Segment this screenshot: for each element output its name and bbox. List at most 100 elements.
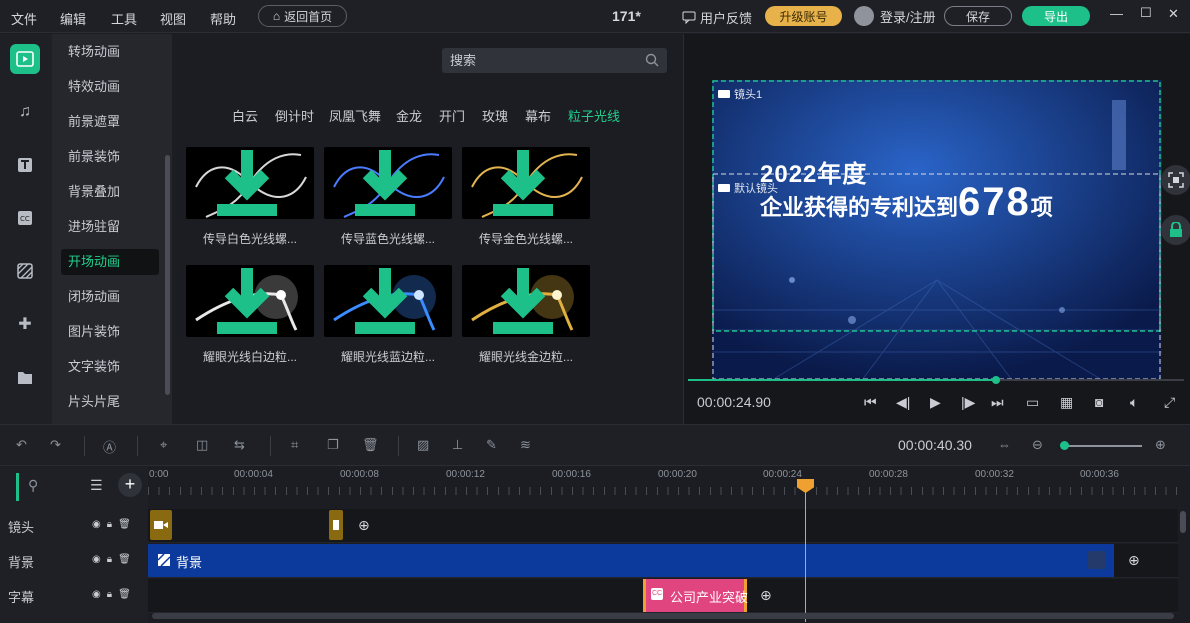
background-clip[interactable]: 背景 <box>148 544 1114 577</box>
camera-keyframe-clip[interactable] <box>150 510 172 540</box>
copy-icon[interactable]: ❐ <box>327 437 345 455</box>
download-icon[interactable] <box>462 147 587 216</box>
menu-tools[interactable]: 工具 <box>111 9 137 28</box>
camera-keyframe-clip[interactable] <box>329 510 343 540</box>
login-button[interactable]: 登录/注册 <box>854 6 936 26</box>
menu-edit[interactable]: 编辑 <box>60 9 86 28</box>
lock-icon[interactable]: 🔒︎ <box>107 519 112 530</box>
background-track[interactable]: 背景 ⊕ <box>148 544 1178 578</box>
replace-image-icon[interactable]: ▨ <box>417 437 435 455</box>
asset-thumbnail[interactable] <box>462 147 590 219</box>
tag-item-active[interactable]: 粒子光线 <box>568 106 620 125</box>
split-icon[interactable]: ◫ <box>196 437 214 455</box>
stamp-icon[interactable]: ⊥ <box>452 437 470 455</box>
category-item-active[interactable]: 开场动画 <box>61 249 159 275</box>
lock-button[interactable] <box>1161 215 1190 245</box>
tag-item[interactable]: 金龙 <box>396 106 422 125</box>
zoom-out-icon[interactable]: ⊖ <box>1032 437 1050 455</box>
seek-bar[interactable] <box>688 376 1184 384</box>
music-icon[interactable]: ♫ <box>10 97 40 127</box>
animation-icon[interactable]: Ⓐ <box>103 437 121 455</box>
subtitle-clip[interactable]: CC 公司产业突破 <box>643 579 748 612</box>
step-forward-icon[interactable]: |▶ <box>961 394 975 411</box>
trash-icon[interactable]: 🗑︎ <box>118 519 131 530</box>
headline-patents[interactable]: 企业获得的专利达到678项 <box>760 180 1053 225</box>
background-icon[interactable] <box>10 256 40 286</box>
home-button[interactable]: ⌂ 返回首页 <box>258 5 347 27</box>
fit-timeline-icon[interactable]: ⇔ <box>998 437 1016 455</box>
search-input[interactable]: 搜索 <box>442 48 667 73</box>
skip-start-icon[interactable]: ⏮ <box>864 394 877 411</box>
asset-thumbnail[interactable] <box>186 147 314 219</box>
subtitle-track[interactable]: CC 公司产业突破 ⊕ <box>148 579 1178 613</box>
category-item[interactable]: 转场动画 <box>61 39 159 65</box>
video-canvas[interactable]: 镜头1 默认镜头 2022年度 企业获得的专利达到678项 <box>712 80 1162 380</box>
undo-icon[interactable]: ↶ <box>16 437 34 455</box>
text-icon[interactable] <box>10 150 40 180</box>
fullscreen-icon[interactable]: ⤢ <box>1164 394 1175 411</box>
eye-icon[interactable]: ◉ <box>92 554 101 565</box>
menu-help[interactable]: 帮助 <box>210 9 236 28</box>
tag-item[interactable]: 白云 <box>232 106 258 125</box>
download-icon[interactable] <box>462 265 587 334</box>
zoom-slider[interactable] <box>1064 445 1142 447</box>
menu-file[interactable]: 文件 <box>11 9 37 28</box>
layers-icon[interactable]: ≋ <box>520 437 538 455</box>
timeline-vertical-scrollbar[interactable] <box>1180 511 1186 533</box>
category-item[interactable]: 特效动画 <box>61 74 159 100</box>
category-item[interactable]: 闭场动画 <box>61 284 159 310</box>
loop-preview-icon[interactable]: ▭ <box>1026 394 1039 411</box>
folder-icon[interactable] <box>10 362 40 392</box>
flip-icon[interactable]: ⇆ <box>234 437 252 455</box>
target-icon[interactable]: ⌖ <box>160 437 178 455</box>
lock-icon[interactable]: 🔒︎ <box>107 589 112 600</box>
edit-icon[interactable]: ✎ <box>486 437 504 455</box>
menu-view[interactable]: 视图 <box>160 9 186 28</box>
tag-item[interactable]: 凤凰飞舞 <box>329 106 381 125</box>
category-item[interactable]: 背景叠加 <box>61 179 159 205</box>
download-icon[interactable] <box>324 147 449 216</box>
category-item[interactable]: 进场驻留 <box>61 214 159 240</box>
category-item[interactable]: 片头片尾 <box>61 389 159 415</box>
upgrade-button[interactable]: 升级账号 <box>765 6 842 26</box>
maximize-icon[interactable]: ☐ <box>1140 5 1152 21</box>
skip-end-icon[interactable]: ⏭ <box>991 394 1004 411</box>
category-item[interactable]: 图片装饰 <box>61 319 159 345</box>
camera-track[interactable]: ⊕ <box>148 509 1178 543</box>
save-button[interactable]: 保存 <box>944 6 1012 26</box>
download-icon[interactable] <box>324 265 449 334</box>
trash-icon[interactable]: 🗑︎ <box>118 589 131 600</box>
export-button[interactable]: 导出 <box>1022 6 1090 26</box>
add-keyframe-icon[interactable]: ⊕ <box>358 517 370 534</box>
seek-handle[interactable] <box>991 376 1000 384</box>
category-item[interactable]: 文字装饰 <box>61 354 159 380</box>
eye-icon[interactable]: ◉ <box>92 589 101 600</box>
minimize-icon[interactable]: — <box>1110 6 1123 21</box>
close-icon[interactable]: ✕ <box>1168 6 1179 22</box>
tag-item[interactable]: 玫瑰 <box>482 106 508 125</box>
lock-icon[interactable]: 🔒︎ <box>107 554 112 565</box>
timeline-horizontal-scrollbar[interactable] <box>152 613 1174 619</box>
tag-item[interactable]: 幕布 <box>525 106 551 125</box>
track-settings-icon[interactable]: ☰ <box>90 477 103 494</box>
tag-item[interactable]: 倒计时 <box>275 106 314 125</box>
crop-icon[interactable]: ⌗ <box>291 437 309 455</box>
animation-tab-icon[interactable] <box>10 44 40 74</box>
trash-icon[interactable]: 🗑︎ <box>118 554 131 565</box>
magnifier-icon[interactable]: ⚲ <box>28 477 38 494</box>
subtitle-icon[interactable]: CC <box>10 203 40 233</box>
add-keyframe-icon[interactable]: ⊕ <box>760 587 772 604</box>
search-icon[interactable] <box>645 53 659 67</box>
zoom-slider-handle[interactable] <box>1060 441 1069 450</box>
asset-thumbnail[interactable] <box>324 147 452 219</box>
category-item[interactable]: 前景装饰 <box>61 144 159 170</box>
eye-icon[interactable]: ◉ <box>92 519 101 530</box>
zoom-in-icon[interactable]: ⊕ <box>1155 437 1173 455</box>
play-icon[interactable]: ▶ <box>930 394 941 411</box>
time-ruler[interactable]: 0:00 00:00:04 00:00:08 00:00:12 00:00:16… <box>148 467 1190 505</box>
category-item[interactable]: 前景遮罩 <box>61 109 159 135</box>
redo-icon[interactable]: ↷ <box>50 437 68 455</box>
grid-icon[interactable]: ▦ <box>1060 394 1073 411</box>
camera-1-label[interactable]: 镜头1 <box>718 86 762 102</box>
tag-item[interactable]: 开门 <box>439 106 465 125</box>
